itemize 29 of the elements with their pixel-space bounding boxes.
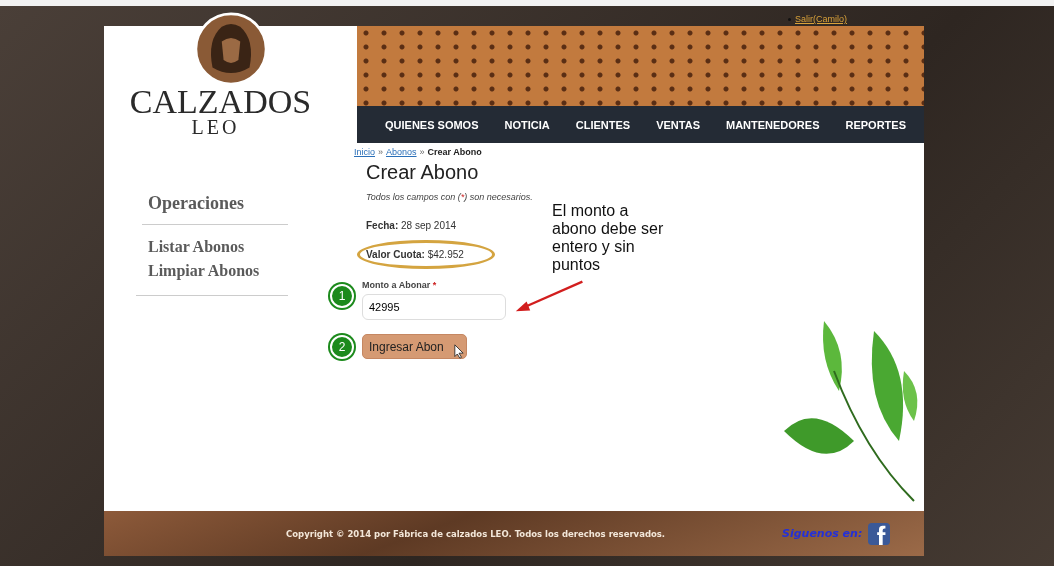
amount-input[interactable]: 42995 — [362, 294, 506, 320]
breadcrumb-link[interactable]: Abonos — [386, 147, 417, 157]
nav-link[interactable]: QUIENES SOMOS — [385, 118, 479, 131]
copyright-text: Copyright © 2014 por Fábrica de calzados LEO. Todos los derechos reservados. — [286, 528, 667, 539]
breadcrumb-current: Crear Abono — [427, 147, 482, 157]
sidebar-title: Operaciones — [142, 193, 288, 225]
breadcrumb-link[interactable]: Inicio — [354, 147, 375, 157]
breadcrumb-separator: » — [419, 147, 425, 157]
detail-text: Valor Cuota: $42.952 — [357, 240, 495, 269]
annotation-text: El monto a abono debe ser entero y sin puntos — [552, 202, 665, 274]
field-label: Monto a Abonar * — [362, 280, 438, 290]
detail-text: Fecha: 28 sep 2014 — [366, 220, 457, 231]
nav-link[interactable]: CLIENTES — [575, 118, 631, 131]
sidebar-link[interactable]: Limpiar Abonos — [148, 259, 288, 283]
step-marker: 1 — [330, 284, 354, 308]
brand-subtitle: LEO — [191, 118, 240, 136]
breadcrumb-separator: » — [378, 147, 384, 157]
required-note: Todos los campos con (*) son necesarios. — [366, 192, 533, 202]
logout-link[interactable]: Salir(Camilo) — [795, 14, 847, 24]
nav-link[interactable]: VENTAS — [656, 118, 700, 131]
nav-link[interactable]: MANTENEDORES — [726, 118, 820, 131]
nav-link[interactable]: NOTICIA — [504, 118, 550, 131]
follow-label: Siguenos en: — [782, 527, 863, 540]
step-marker: 2 — [330, 334, 354, 359]
brand-title: CALZADOS — [129, 86, 312, 118]
page-title: Crear Abono — [366, 161, 480, 184]
nav-link[interactable]: REPORTES — [845, 118, 906, 131]
sidebar-link[interactable]: Listar Abonos — [148, 235, 288, 259]
submit-button[interactable]: Ingresar Abon — [362, 334, 467, 359]
